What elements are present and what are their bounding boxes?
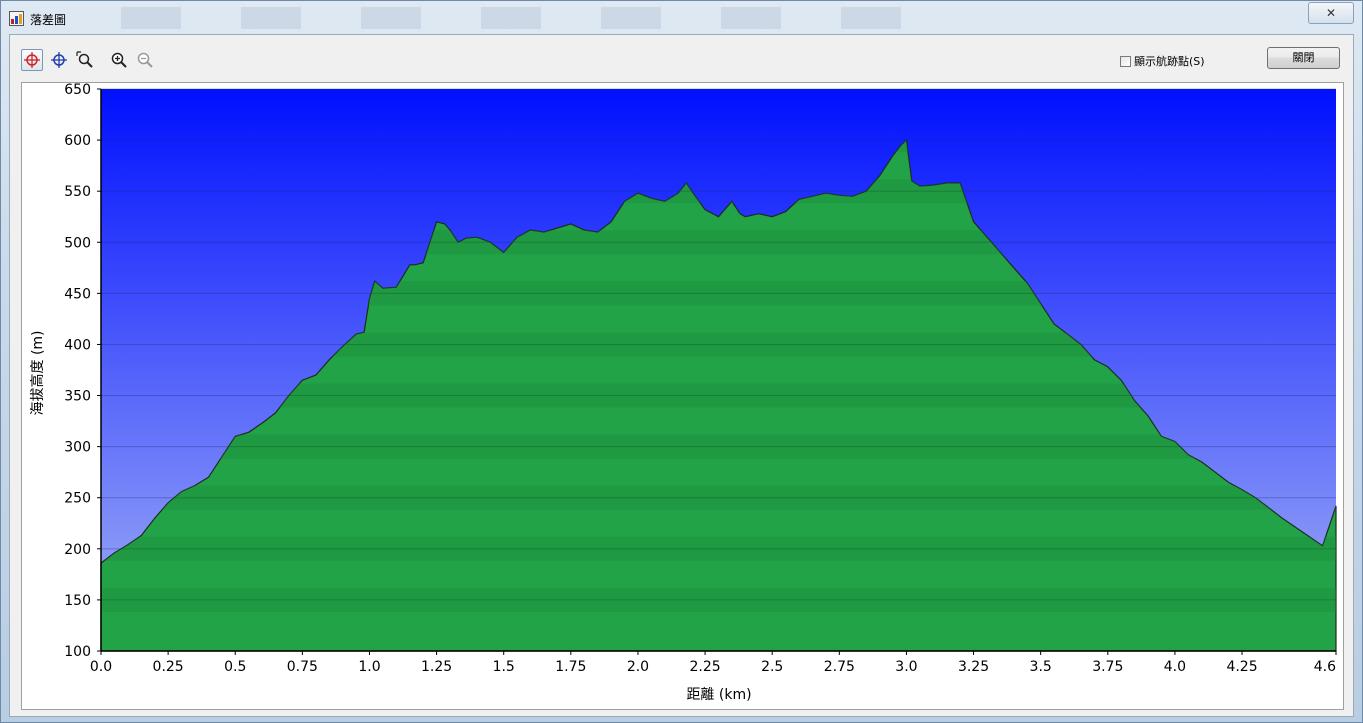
y-tick-label: 350 [64,389,91,405]
elevation-profile-chart[interactable]: 100 150 200 250 300 350 400 450 500 550 600 650 0.0… [22,82,1343,709]
x-tick-label: 4.0 [1164,659,1186,675]
y-axis-ticks: 100 150 200 250 300 350 400 450 500 550 600 650 [64,82,101,660]
y-tick-label: 650 [64,83,91,98]
y-tick-label: 500 [64,235,91,251]
profile-window: 落差圖 ✕ 顯示航跡點(S) 關閉 100 150 200 250 300 35… [0,0,1363,723]
x-tick-label: 3.75 [1092,659,1123,675]
crosshair-red-tool-button[interactable] [21,49,43,71]
window-title: 落差圖 [30,13,67,27]
x-tick-label: 3.5 [1030,659,1052,675]
x-tick-label: 3.0 [895,659,917,675]
y-tick-label: 100 [64,644,91,660]
chart-panel: 100 150 200 250 300 350 400 450 500 550 600 650 0.0… [21,82,1344,710]
y-tick-label: 250 [64,491,91,507]
x-tick-label: 2.25 [689,659,720,675]
x-tick-label: 0.75 [287,659,318,675]
show-waypoints-label: 顯示航跡點(S) [1134,55,1205,68]
zoom-select-tool-button[interactable] [74,49,96,71]
window-close-button[interactable]: ✕ [1308,2,1354,24]
zoom-out-icon [137,52,153,68]
x-tick-label: 1.75 [555,659,586,675]
x-tick-label: 4.6 [1314,659,1336,675]
crosshair-blue-tool-button[interactable] [48,49,70,71]
elevation-chart-app-icon [9,11,24,26]
y-tick-label: 300 [64,440,91,456]
zoom-in-button[interactable] [108,49,130,71]
show-waypoints-toggle[interactable]: 顯示航跡點(S) [1120,52,1205,70]
x-axis-ticks: 0.0 0.25 0.5 0.75 1.0 1.25 1.5 1.75 2.0 2.25 2.5 2.… [90,651,1337,675]
x-tick-label: 3.25 [958,659,989,675]
x-axis-label: 距離 (km) [686,686,751,703]
y-tick-label: 400 [64,337,91,353]
y-tick-label: 150 [64,593,91,609]
zoom-out-button[interactable] [134,49,156,71]
y-tick-label: 600 [64,133,91,149]
x-tick-label: 0.25 [153,659,184,675]
zoom-select-tool-icon [76,51,93,68]
y-tick-label: 450 [64,286,91,302]
y-tick-label: 200 [64,542,91,558]
close-icon: ✕ [1325,6,1337,20]
x-tick-label: 1.5 [493,659,515,675]
x-tick-label: 1.0 [358,659,380,675]
x-tick-label: 0.5 [224,659,246,675]
x-tick-label: 1.25 [421,659,452,675]
y-tick-label: 550 [64,184,91,200]
zoom-in-icon [111,52,127,68]
show-waypoints-checkbox[interactable] [1120,55,1131,67]
title-bar[interactable]: 落差圖 ✕ [1,1,1362,34]
x-tick-label: 2.5 [761,659,783,675]
x-tick-label: 0.0 [90,659,112,675]
close-button[interactable]: 關閉 [1267,47,1340,69]
x-tick-label: 2.75 [824,659,855,675]
crosshair-red-tool-icon [24,52,40,68]
background-window-ghost [61,7,961,29]
x-tick-label: 4.25 [1226,659,1257,675]
y-axis-label: 海拔高度 (m) [29,330,46,415]
client-area: 顯示航跡點(S) 關閉 100 150 200 250 300 350 400 450 500 5… [9,34,1354,717]
x-tick-label: 2.0 [627,659,649,675]
crosshair-blue-tool-icon [51,52,67,68]
